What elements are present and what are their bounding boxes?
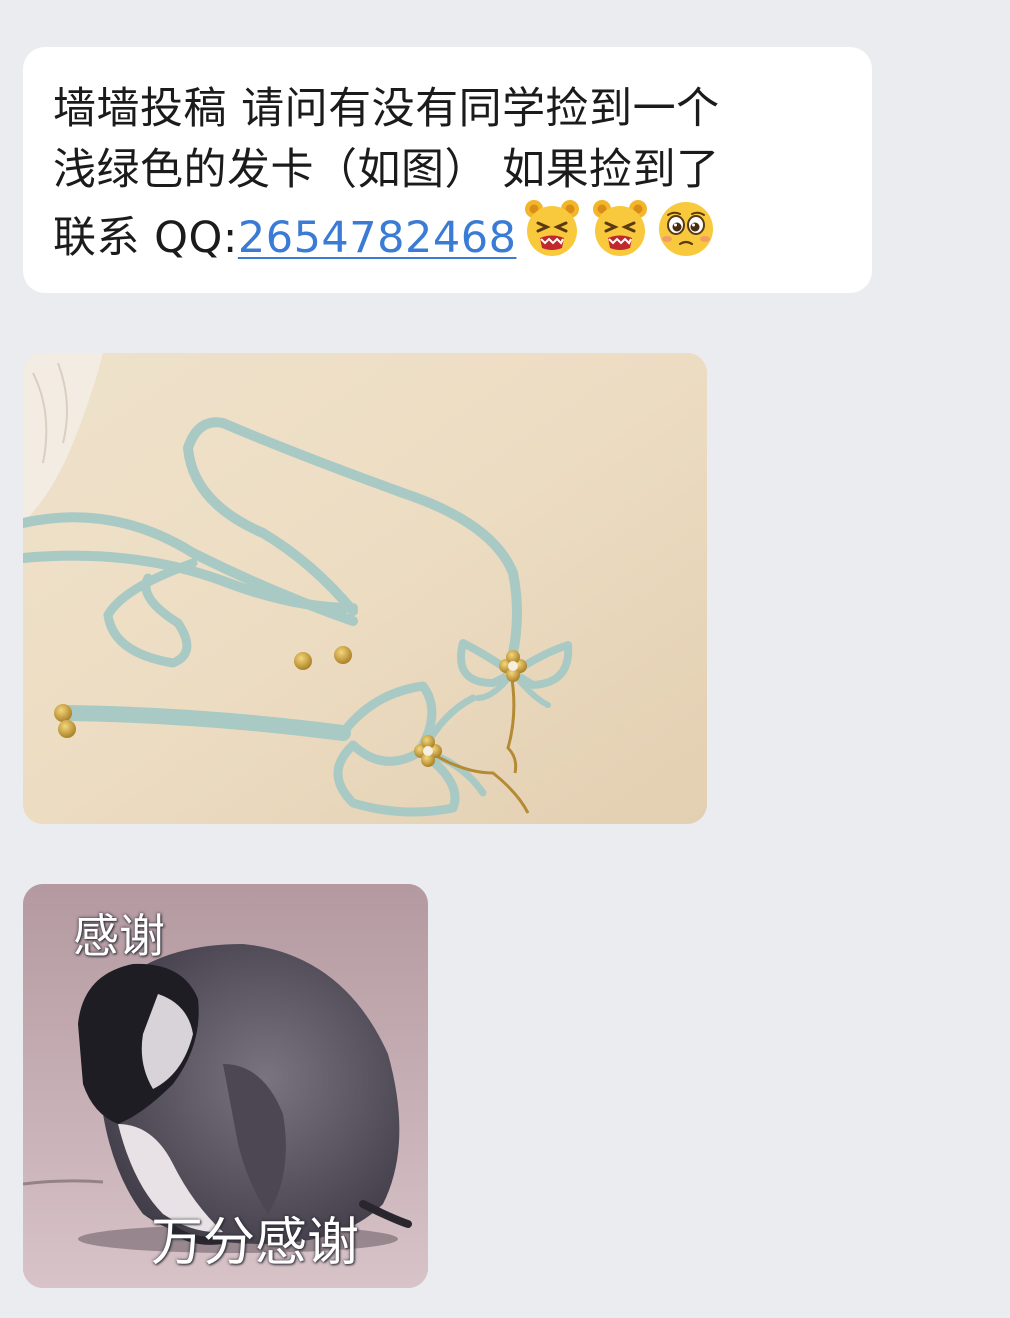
message-line-3: 联系 QQ:2654782468 (53, 200, 844, 280)
sticker-caption-bottom: 万分感谢 (151, 1213, 360, 1273)
message-line-1: 墙墙投稿 请问有没有同学捡到一个 (53, 84, 720, 134)
hairpin-photo[interactable] (23, 353, 707, 824)
grimace-face-icon (588, 197, 652, 276)
message-bubble[interactable]: 墙墙投稿 请问有没有同学捡到一个 浅绿色的发卡（如图） 如果捡到了 联系 QQ:… (23, 47, 872, 293)
qq-number-link[interactable]: 2654782468 (238, 213, 517, 263)
sticker-caption-top: 感谢 (73, 909, 165, 963)
message-line-2: 浅绿色的发卡（如图） 如果捡到了 (53, 145, 720, 195)
penguin-sticker[interactable]: 感谢 万分感谢 (23, 884, 428, 1288)
pleading-face-icon (656, 197, 716, 276)
contact-prefix: 联系 QQ: (53, 213, 238, 263)
grimace-face-icon (520, 197, 584, 276)
